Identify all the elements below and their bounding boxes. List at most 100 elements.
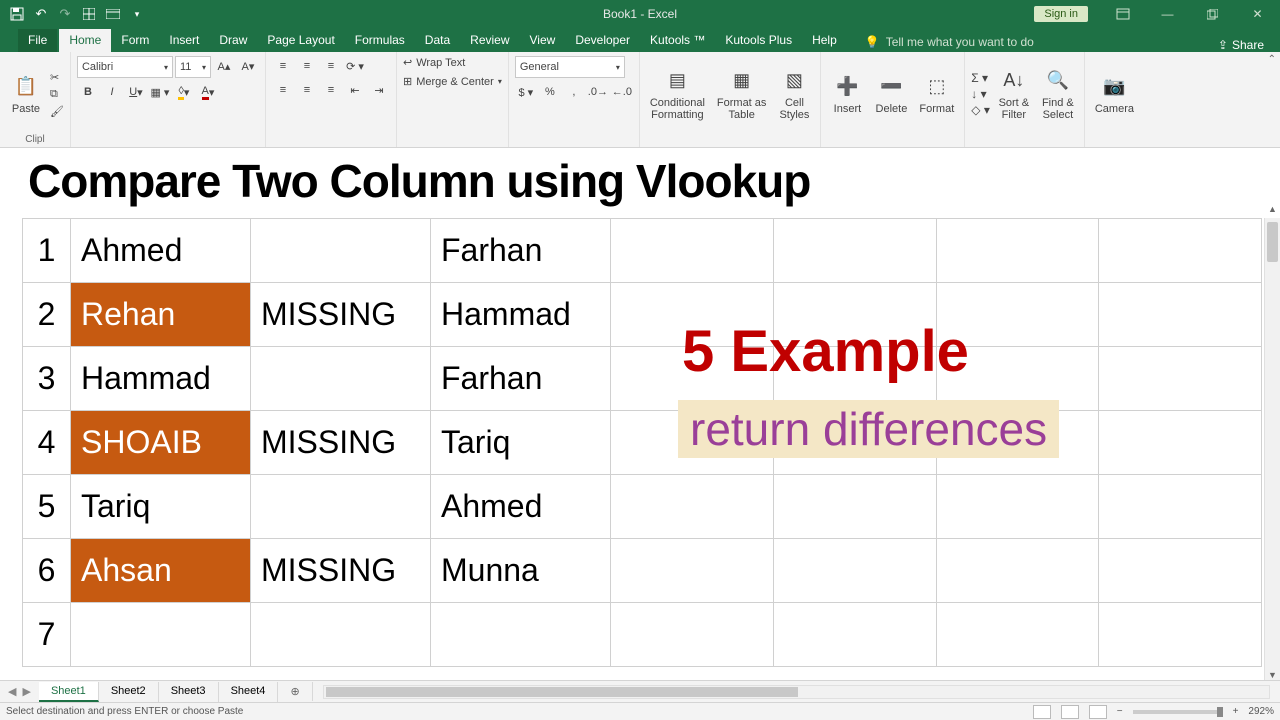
tab-draw[interactable]: Draw [209,29,257,52]
align-center-icon[interactable]: ≡ [296,80,318,100]
find-select-button[interactable]: 🔍Find & Select [1038,65,1078,123]
redo-icon[interactable]: ↷ [54,3,76,25]
cell-col-a[interactable]: SHOAIB [71,411,251,475]
zoom-slider[interactable] [1133,710,1223,714]
number-format-select[interactable]: General ▾ [515,56,625,78]
cell-empty[interactable] [936,475,1099,539]
cell-col-b[interactable]: MISSING [251,539,431,603]
cell-empty[interactable] [773,219,936,283]
tab-developer[interactable]: Developer [565,29,640,52]
cell-col-c[interactable]: Farhan [431,219,611,283]
tab-kutools-plus[interactable]: Kutools Plus [715,29,802,52]
tab-page-layout[interactable]: Page Layout [257,29,344,52]
sheet-tab-sheet1[interactable]: Sheet1 [39,682,99,702]
tab-form[interactable]: Form [111,29,159,52]
tab-file[interactable]: File [18,29,57,52]
sheet-nav[interactable]: ◀▶ [0,685,39,698]
borders-button[interactable]: ▦ ▾ [149,82,171,102]
close-button[interactable]: ✕ [1235,0,1280,28]
spreadsheet-grid[interactable]: 1AhmedFarhan2RehanMISSINGHammad3HammadFa… [22,218,1262,680]
wrap-text-button[interactable]: ↩ Wrap Text [403,56,465,69]
font-size-select[interactable]: 11 ▾ [175,56,211,78]
hscroll-thumb[interactable] [326,687,799,697]
font-color-button[interactable]: A ▾ [197,82,219,102]
sheet-tab-sheet4[interactable]: Sheet4 [219,682,279,702]
cell-empty[interactable] [936,603,1099,667]
align-bottom-icon[interactable]: ≡ [320,56,342,76]
fill-icon[interactable]: ↓ ▾ [971,87,990,101]
qat-grid-icon[interactable] [78,3,100,25]
tab-formulas[interactable]: Formulas [345,29,415,52]
table-row[interactable]: 7 [23,603,1262,667]
decrease-indent-icon[interactable]: ⇤ [344,80,366,100]
save-icon[interactable] [6,3,28,25]
conditional-formatting-button[interactable]: ▤Conditional Formatting [646,65,709,123]
cell-empty[interactable] [1099,411,1262,475]
add-sheet-button[interactable]: ⊕ [278,682,312,701]
cell-col-b[interactable] [251,475,431,539]
table-row[interactable]: 5TariqAhmed [23,475,1262,539]
cell-empty[interactable] [1099,539,1262,603]
merge-center-button[interactable]: ⊞ Merge & Center ▾ [403,75,502,88]
signin-button[interactable]: Sign in [1034,6,1088,22]
cell-col-c[interactable] [431,603,611,667]
cut-icon[interactable]: ✂ [50,71,64,84]
cell-empty[interactable] [611,539,774,603]
font-name-select[interactable]: Calibri ▾ [77,56,173,78]
copy-icon[interactable]: ⧉ [50,88,64,101]
row-header[interactable]: 1 [23,219,71,283]
zoom-in-icon[interactable]: + [1233,706,1239,717]
align-top-icon[interactable]: ≡ [272,56,294,76]
cell-col-c[interactable]: Munna [431,539,611,603]
cell-col-a[interactable]: Ahmed [71,219,251,283]
scroll-up-icon[interactable]: ▲ [1265,204,1280,218]
cell-col-b[interactable]: MISSING [251,411,431,475]
format-painter-icon[interactable]: 🖌 [50,105,64,118]
vertical-scrollbar[interactable]: ▲ ▼ [1264,218,1280,684]
maximize-button[interactable] [1190,0,1235,28]
sort-filter-button[interactable]: A↓Sort & Filter [994,65,1034,123]
table-row[interactable]: 2RehanMISSINGHammad [23,283,1262,347]
cell-col-c[interactable]: Hammad [431,283,611,347]
row-header[interactable]: 7 [23,603,71,667]
tab-view[interactable]: View [520,29,566,52]
tab-help[interactable]: Help [802,29,847,52]
format-cells-button[interactable]: ⬚Format [915,71,958,117]
underline-button[interactable]: U ▾ [125,82,147,102]
row-header[interactable]: 3 [23,347,71,411]
cell-empty[interactable] [1099,283,1262,347]
table-row[interactable]: 6AhsanMISSINGMunna [23,539,1262,603]
cell-col-a[interactable]: Ahsan [71,539,251,603]
zoom-level[interactable]: 292% [1248,706,1274,717]
minimize-button[interactable]: — [1145,0,1190,28]
delete-cells-button[interactable]: ➖Delete [871,71,911,117]
insert-cells-button[interactable]: ➕Insert [827,71,867,117]
tab-insert[interactable]: Insert [159,29,209,52]
increase-font-icon[interactable]: A▴ [213,56,235,76]
ribbon-options-icon[interactable] [1100,0,1145,28]
italic-button[interactable]: I [101,82,123,102]
cell-col-c[interactable]: Ahmed [431,475,611,539]
orientation-icon[interactable]: ⟳ ▾ [344,56,366,76]
cell-empty[interactable] [936,219,1099,283]
share-button[interactable]: ⇪ Share [1218,38,1264,52]
cell-empty[interactable] [936,539,1099,603]
table-row[interactable]: 4SHOAIBMISSINGTariq [23,411,1262,475]
decrease-decimal-icon[interactable]: ←.0 [611,82,633,102]
table-row[interactable]: 1Ahmed Farhan [23,219,1262,283]
cell-empty[interactable] [1099,219,1262,283]
qat-card-icon[interactable] [102,3,124,25]
tab-review[interactable]: Review [460,29,519,52]
cell-empty[interactable] [773,475,936,539]
row-header[interactable]: 6 [23,539,71,603]
scrollbar-thumb[interactable] [1267,222,1278,262]
horizontal-scrollbar[interactable] [323,685,1270,699]
row-header[interactable]: 2 [23,283,71,347]
cell-col-a[interactable]: Hammad [71,347,251,411]
page-layout-view-icon[interactable] [1061,705,1079,719]
decrease-font-icon[interactable]: A▾ [237,56,259,76]
cell-empty[interactable] [1099,603,1262,667]
bold-button[interactable]: B [77,82,99,102]
cell-empty[interactable] [773,539,936,603]
cell-col-c[interactable]: Farhan [431,347,611,411]
